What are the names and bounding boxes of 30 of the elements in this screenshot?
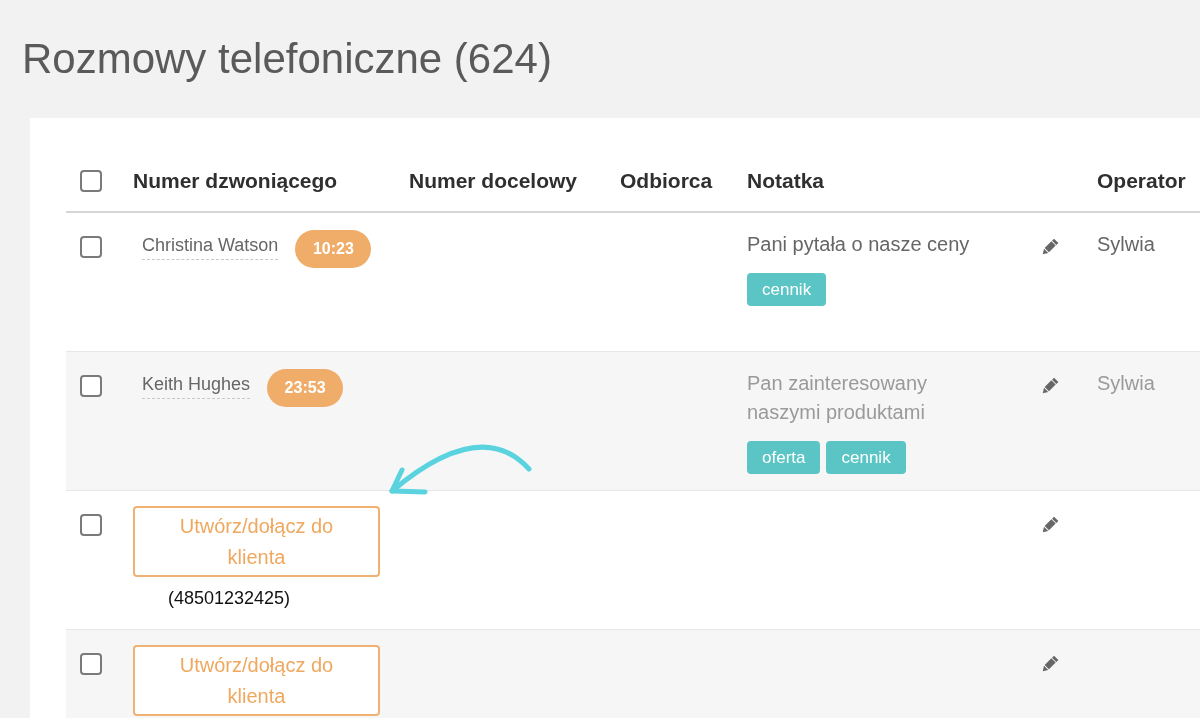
column-header: Operator xyxy=(1097,168,1186,192)
page-title: Rozmowy telefoniczne (624) xyxy=(22,34,552,84)
row-checkbox[interactable] xyxy=(80,514,102,536)
tag[interactable]: oferta xyxy=(747,441,821,474)
row-checkbox[interactable] xyxy=(80,236,102,258)
duration-badge: 10:23 xyxy=(295,230,372,268)
tag[interactable]: cennik xyxy=(826,441,906,474)
phone-number: (48501232425) xyxy=(168,587,291,609)
curved-arrow-icon xyxy=(386,443,534,497)
column-header: Numer docelowy xyxy=(409,168,578,192)
operator-name: Sylwia xyxy=(1097,232,1156,257)
create-or-link-client-button[interactable]: Utwórz/dołącz do klienta xyxy=(133,645,380,716)
pencil-icon[interactable] xyxy=(1040,516,1059,535)
column-header: Notatka xyxy=(747,168,825,192)
note-text: Pani pytała o nasze ceny xyxy=(747,232,971,257)
contact-link[interactable]: Christina Watson xyxy=(142,234,279,260)
pencil-icon[interactable] xyxy=(1040,655,1059,674)
row-checkbox[interactable] xyxy=(80,653,102,675)
row-checkbox[interactable] xyxy=(80,375,102,397)
operator-name: Sylwia xyxy=(1097,371,1156,396)
duration-badge: 23:53 xyxy=(267,369,344,407)
create-or-link-client-button[interactable]: Utwórz/dołącz do klienta xyxy=(133,506,380,577)
select-all-checkbox[interactable] xyxy=(80,169,102,192)
pencil-icon[interactable] xyxy=(1040,377,1059,396)
contact-link[interactable]: Keith Hughes xyxy=(142,373,251,399)
column-header: Numer dzwoniącego xyxy=(133,168,338,192)
pencil-icon[interactable] xyxy=(1040,238,1059,257)
column-header: Odbiorca xyxy=(620,168,713,192)
tag[interactable]: cennik xyxy=(747,273,827,306)
note-text: Pan zainteresowany naszymi produktami xyxy=(747,371,929,425)
